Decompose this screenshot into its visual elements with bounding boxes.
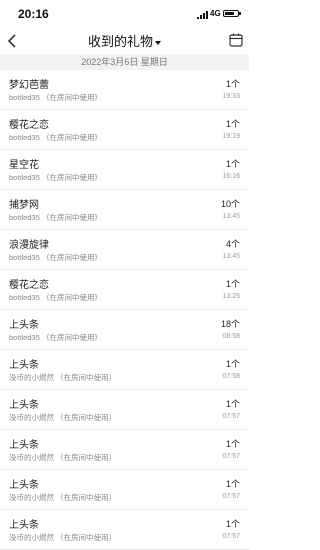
chevron-down-icon [155, 40, 161, 45]
gift-name: 上头条 [9, 360, 39, 371]
gift-quantity: 1个 [225, 439, 240, 449]
battery-icon [223, 10, 241, 17]
gift-sender: 没币的小燃然 （在房间中使用） [9, 493, 117, 502]
gift-sender: 没币的小燃然 （在房间中使用） [9, 533, 117, 542]
gift-quantity: 18个 [220, 319, 240, 329]
gift-time: 07:57 [222, 453, 240, 460]
gift-quantity: 1个 [225, 159, 240, 169]
gift-name: 上头条 [9, 440, 39, 451]
gift-time: 13:45 [222, 213, 240, 220]
gift-sender: bottled35 （在房间中使用） [9, 93, 102, 102]
gift-name: 樱花之恋 [9, 280, 49, 291]
gift-time: 08:58 [222, 333, 240, 340]
nav-bar: 收到的礼物 [0, 28, 249, 54]
list-item[interactable]: 上头条 没币的小燃然 （在房间中使用） 1个 07:57 [0, 430, 249, 470]
page-title-label: 收到的礼物 [87, 34, 153, 49]
gift-name: 星空花 [9, 160, 39, 171]
gift-quantity: 1个 [225, 359, 240, 369]
signal-icon [197, 11, 211, 19]
gift-quantity: 1个 [225, 119, 240, 129]
gift-quantity: 1个 [225, 399, 240, 409]
gift-name: 上头条 [9, 400, 39, 411]
list-item[interactable]: 樱花之恋 bottled35 （在房间中使用） 1个 19:19 [0, 110, 249, 150]
status-bar: 20:16 4G [0, 0, 249, 28]
gift-sender: bottled35 （在房间中使用） [9, 133, 102, 142]
gift-name: 捕梦网 [9, 200, 39, 211]
list-item[interactable]: 上头条 没币的小燃然 （在房间中使用） 1个 07:57 [0, 510, 249, 550]
gift-time: 13:45 [222, 253, 240, 260]
gift-name: 上头条 [9, 320, 39, 331]
list-item[interactable]: 捕梦网 bottled35 （在房间中使用） 10个 13:45 [0, 190, 249, 230]
list-item[interactable]: 樱花之恋 bottled35 （在房间中使用） 1个 13:25 [0, 270, 249, 310]
list-item[interactable]: 星空花 bottled35 （在房间中使用） 1个 16:16 [0, 150, 249, 190]
list-item[interactable]: 上头条 没币的小燃然 （在房间中使用） 1个 07:57 [0, 470, 249, 510]
gift-name: 浪漫旋律 [9, 240, 49, 251]
gift-name: 上头条 [9, 480, 39, 491]
gift-sender: bottled35 （在房间中使用） [9, 173, 102, 182]
gift-time: 07:58 [222, 373, 240, 380]
network-type: 4G [210, 9, 221, 18]
gift-sender: 没币的小燃然 （在房间中使用） [9, 413, 117, 422]
gift-sender: 没币的小燃然 （在房间中使用） [9, 453, 117, 462]
list-item[interactable]: 上头条 bottled35 （在房间中使用） 18个 08:58 [0, 310, 249, 350]
calendar-icon[interactable] [229, 33, 243, 47]
list-item[interactable]: 浪漫旋律 bottled35 （在房间中使用） 4个 13:45 [0, 230, 249, 270]
gift-time: 19:19 [222, 133, 240, 140]
gift-sender: bottled35 （在房间中使用） [9, 293, 102, 302]
list-item[interactable]: 上头条 没币的小燃然 （在房间中使用） 1个 07:57 [0, 390, 249, 430]
status-time: 20:16 [18, 7, 49, 21]
gift-time: 07:57 [222, 533, 240, 540]
gift-time: 07:57 [222, 493, 240, 500]
list-item[interactable]: 上头条 没币的小燃然 （在房间中使用） 1个 07:58 [0, 350, 249, 390]
gift-name: 梦幻芭蕾 [9, 80, 49, 91]
gift-list: 梦幻芭蕾 bottled35 （在房间中使用） 1个 19:33 樱花之恋 bo… [0, 70, 249, 550]
gift-quantity: 1个 [225, 519, 240, 529]
gift-sender: bottled35 （在房间中使用） [9, 333, 102, 342]
gift-time: 19:33 [222, 93, 240, 100]
gift-time: 07:57 [222, 413, 240, 420]
gift-time: 13:25 [222, 293, 240, 300]
gift-name: 上头条 [9, 520, 39, 531]
gift-name: 樱花之恋 [9, 120, 49, 131]
list-item[interactable]: 梦幻芭蕾 bottled35 （在房间中使用） 1个 19:33 [0, 70, 249, 110]
gift-sender: 没币的小燃然 （在房间中使用） [9, 373, 117, 382]
gift-quantity: 4个 [225, 239, 240, 249]
date-header: 2022年3月6日 星期日 [0, 54, 249, 70]
gift-sender: bottled35 （在房间中使用） [9, 213, 102, 222]
gift-quantity: 1个 [225, 479, 240, 489]
gift-quantity: 1个 [225, 279, 240, 289]
page-title[interactable]: 收到的礼物 [0, 31, 249, 50]
gift-quantity: 10个 [220, 199, 240, 209]
gift-sender: bottled35 （在房间中使用） [9, 253, 102, 262]
gift-quantity: 1个 [225, 79, 240, 89]
gift-time: 16:16 [222, 173, 240, 180]
